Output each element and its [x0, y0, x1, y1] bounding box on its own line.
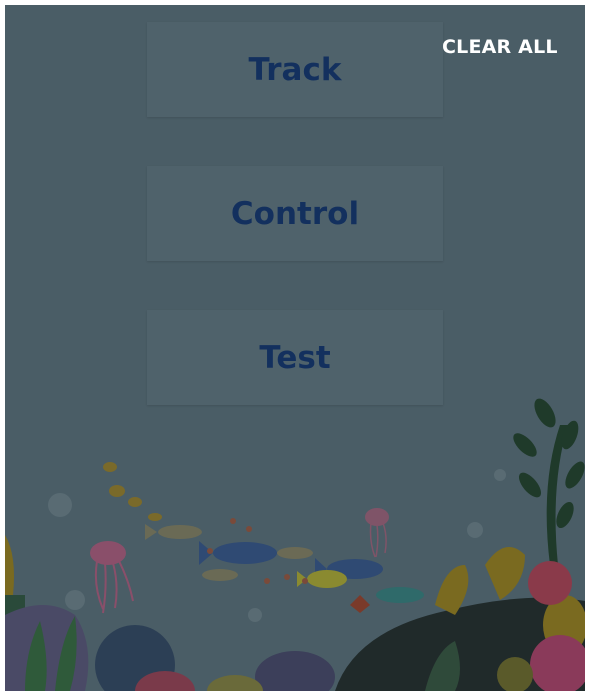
app-screen: CLEAR ALL Track Control Test — [5, 5, 585, 691]
track-button[interactable]: Track — [147, 22, 443, 117]
coral-left-icon — [5, 535, 89, 691]
small-fish-trail — [103, 462, 162, 521]
fish-school — [145, 518, 424, 603]
test-button[interactable]: Test — [147, 310, 443, 405]
seaweed-icon — [513, 398, 585, 565]
control-button[interactable]: Control — [147, 166, 443, 261]
clear-all-button[interactable]: CLEAR ALL — [442, 36, 558, 58]
